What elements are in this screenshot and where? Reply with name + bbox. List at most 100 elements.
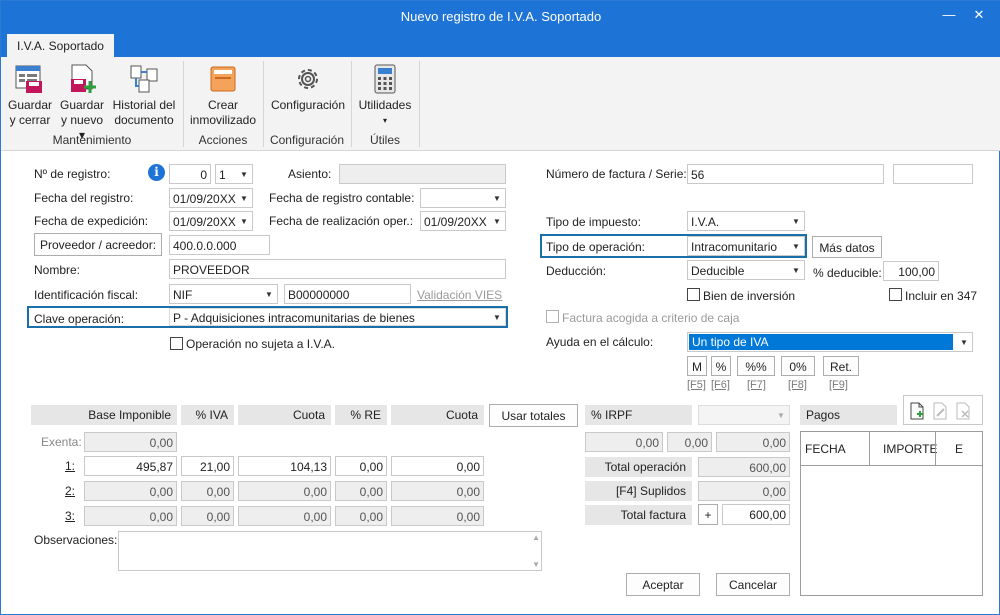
- no-sujeta-label: Operación no sujeta a I.V.A.: [186, 337, 335, 351]
- group-utiles: Útiles: [369, 133, 400, 147]
- row-2-base-input[interactable]: 0,00: [84, 481, 177, 501]
- no-sujeta-checkbox[interactable]: [170, 337, 183, 350]
- quick-zero-key: [F8]: [788, 379, 807, 391]
- nombre-input[interactable]: PROVEEDOR: [169, 259, 506, 279]
- usar-totales-button[interactable]: Usar totales: [489, 404, 578, 427]
- save-new-button[interactable]: Guardar y nuevo ▾: [57, 63, 107, 143]
- minimize-icon[interactable]: —: [939, 7, 959, 25]
- row-3-cuota-input[interactable]: 0,00: [238, 506, 331, 526]
- fecha-realizacion-input[interactable]: 01/09/20XX ▼: [420, 211, 506, 231]
- title-bar: Nuevo registro de I.V.A. Soportado — ✕: [1, 1, 1000, 32]
- num-factura-input[interactable]: 56: [687, 164, 884, 184]
- id-fiscal-input[interactable]: B00000000: [284, 284, 411, 304]
- pagos-col-importe: IMPORTE: [883, 442, 938, 456]
- save-close-label-2: y cerrar: [9, 113, 51, 127]
- row-1-cuota-input[interactable]: 104,13: [238, 456, 331, 476]
- row-3-cuota-re-input[interactable]: 0,00: [391, 506, 484, 526]
- chevron-down-icon: ▾: [382, 116, 387, 125]
- deduccion-select[interactable]: Deducible ▼: [687, 260, 805, 280]
- observaciones-textarea[interactable]: ▲ ▼: [118, 531, 542, 571]
- info-icon[interactable]: i: [148, 164, 165, 181]
- serie-select[interactable]: 1 ▼: [215, 164, 253, 184]
- delete-document-icon: [956, 402, 970, 420]
- bien-inversion-checkbox[interactable]: [687, 288, 700, 301]
- total-factura-value[interactable]: 600,00: [722, 504, 790, 525]
- row-2-iva-input[interactable]: 0,00: [181, 481, 234, 501]
- pct-deducible-input[interactable]: 100,00: [883, 261, 939, 281]
- incluir-347-checkbox[interactable]: [889, 288, 902, 301]
- clave-operacion-select[interactable]: P - Adquisiciones intracomunitarias de b…: [169, 308, 506, 326]
- mas-datos-button[interactable]: Más datos: [812, 236, 882, 258]
- cancelar-button[interactable]: Cancelar: [716, 573, 790, 596]
- pagos-col-e: E: [955, 442, 964, 456]
- exenta-input: 0,00: [84, 432, 177, 452]
- fecha-registro-label: Fecha del registro:: [34, 191, 134, 205]
- clave-operacion-label: Clave operación:: [34, 312, 125, 326]
- irpf-cuota-input: 0,00: [716, 432, 790, 452]
- aceptar-button[interactable]: Aceptar: [626, 573, 700, 596]
- tipo-impuesto-select[interactable]: I.V.A. ▼: [687, 211, 805, 231]
- row-1-label: 1:: [65, 459, 76, 473]
- row-1-re-input[interactable]: 0,00: [335, 456, 387, 476]
- row-1-cuota-re-input[interactable]: 0,00: [391, 456, 484, 476]
- row-1-base-input[interactable]: 495,87: [84, 456, 177, 476]
- history-button[interactable]: Historial del documento: [109, 63, 179, 128]
- total-factura-label: Total factura: [585, 505, 692, 525]
- proveedor-button[interactable]: Proveedor / acreedor:: [34, 233, 162, 256]
- row-2-re-input[interactable]: 0,00: [335, 481, 387, 501]
- num-factura-label: Número de factura / Serie:: [546, 167, 687, 181]
- quick-zero-button[interactable]: 0%: [781, 356, 815, 376]
- chevron-down-icon: ▼: [493, 194, 501, 203]
- quick-pct-button[interactable]: %: [711, 356, 731, 376]
- row-1-iva-input[interactable]: 21,00: [181, 456, 234, 476]
- tab-iva-soportado[interactable]: I.V.A. Soportado: [7, 34, 114, 58]
- scroll-up-icon[interactable]: ▲: [532, 533, 540, 542]
- quick-ret-button[interactable]: Ret.: [823, 356, 859, 376]
- fecha-contable-input[interactable]: ▼: [420, 188, 506, 208]
- row-2-cuota-re-input[interactable]: 0,00: [391, 481, 484, 501]
- close-icon[interactable]: ✕: [969, 7, 989, 25]
- ayuda-calculo-select[interactable]: Un tipo de IVA ▼: [687, 332, 973, 352]
- chevron-down-icon: ▼: [960, 338, 968, 347]
- num-registro-input[interactable]: 0: [169, 164, 211, 184]
- row-2-cuota-input[interactable]: 0,00: [238, 481, 331, 501]
- quick-pctpct-button[interactable]: %%: [737, 356, 775, 376]
- gear-icon: [298, 69, 318, 89]
- save-new-label-1: Guardar: [59, 98, 105, 112]
- save-close-button[interactable]: Guardar y cerrar: [5, 63, 55, 128]
- pagos-table[interactable]: FECHA IMPORTE E: [800, 431, 983, 596]
- group-acciones: Acciones: [198, 133, 248, 147]
- chevron-down-icon: ▼: [777, 411, 785, 420]
- total-factura-sign-button[interactable]: +: [698, 504, 718, 525]
- configuration-label: Configuración: [270, 98, 346, 112]
- validacion-vies-link[interactable]: Validación VIES: [417, 288, 502, 302]
- criterio-caja-label: Factura acogida a criterio de caja: [562, 311, 740, 325]
- row-label: 3:: [65, 509, 75, 523]
- num-registro-label: Nº de registro:: [34, 167, 111, 181]
- save-close-label-1: Guardar: [7, 98, 53, 112]
- scroll-down-icon[interactable]: ▼: [532, 560, 540, 569]
- create-asset-button[interactable]: Crear inmovilizado: [187, 63, 259, 128]
- asiento-input: [339, 164, 506, 184]
- row-3-base-input[interactable]: 0,00: [84, 506, 177, 526]
- configuration-button[interactable]: Configuración: [267, 63, 349, 113]
- pagos-title: Pagos: [800, 405, 897, 425]
- quick-m-button[interactable]: M: [687, 356, 707, 376]
- edit-document-icon: [933, 402, 947, 420]
- row-3-re-input[interactable]: 0,00: [335, 506, 387, 526]
- serie-factura-input[interactable]: [893, 164, 973, 184]
- fecha-expedicion-input[interactable]: 01/09/20XX ▼: [169, 211, 253, 231]
- create-asset-label-2: inmovilizado: [189, 113, 257, 127]
- row-3-iva-input[interactable]: 0,00: [181, 506, 234, 526]
- pagos-toolbar: [903, 395, 983, 425]
- proveedor-input[interactable]: 400.0.0.000: [169, 235, 270, 255]
- new-document-icon[interactable]: [909, 402, 925, 420]
- window-title: Nuevo registro de I.V.A. Soportado: [400, 9, 602, 24]
- fecha-registro-input[interactable]: 01/09/20XX ▼: [169, 188, 253, 208]
- tipo-operacion-select[interactable]: Intracomunitario ▼: [687, 236, 805, 256]
- id-fiscal-type-select[interactable]: NIF ▼: [169, 284, 278, 304]
- utilities-button[interactable]: Utilidades ▾: [355, 63, 415, 128]
- row-label: 2:: [65, 484, 75, 498]
- total-operacion-label: Total operación: [585, 457, 692, 477]
- fecha-realizacion-label: Fecha de realización oper.:: [269, 214, 414, 228]
